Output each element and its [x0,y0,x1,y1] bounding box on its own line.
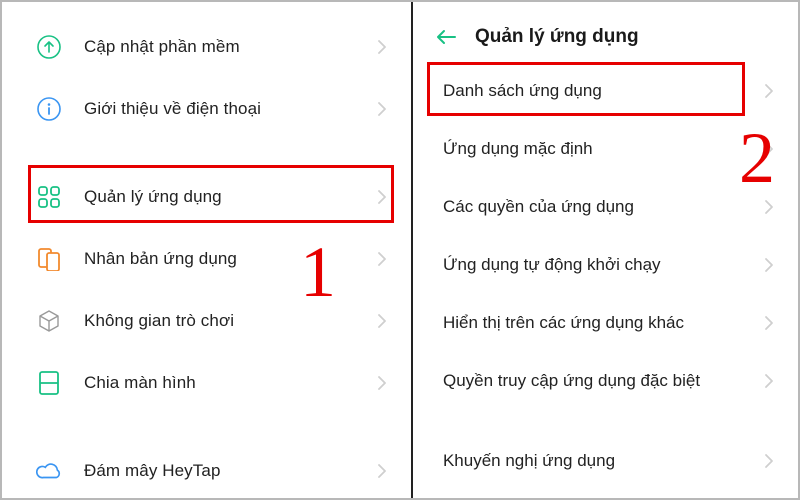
row-app-management[interactable]: Quản lý ứng dụng [2,166,411,228]
info-circle-icon [36,96,62,122]
chevron-right-icon [764,199,774,215]
chevron-right-icon [764,257,774,273]
row-default-apps[interactable]: Ứng dụng mặc định [413,120,798,178]
panel-title: Quản lý ứng dụng [459,26,639,48]
chevron-right-icon [764,315,774,331]
row-app-recommendations[interactable]: Khuyến nghị ứng dụng [413,432,798,490]
row-label: Các quyền của ứng dụng [443,197,764,217]
back-arrow-icon[interactable] [433,24,459,50]
row-label: Giới thiệu về điện thoại [62,99,377,119]
row-label: Danh sách ứng dụng [443,81,764,101]
chevron-right-icon [377,463,387,479]
apps-grid-icon [36,184,62,210]
row-auto-launch[interactable]: Ứng dụng tự động khởi chạy [413,236,798,294]
row-label: Đám mây HeyTap [62,461,377,481]
row-clone-apps[interactable]: Nhân bản ứng dụng [2,228,411,290]
cube-icon [36,308,62,334]
chevron-right-icon [764,453,774,469]
row-label: Quyền truy cập ứng dụng đặc biệt [443,371,764,391]
row-label: Chia màn hình [62,373,377,393]
cloud-icon [36,458,62,484]
row-label: Cập nhật phần mềm [62,37,377,57]
split-screen-icon [36,370,62,396]
upload-circle-icon [36,34,62,60]
panel-header: Quản lý ứng dụng [413,12,798,62]
row-label: Hiển thị trên các ứng dụng khác [443,313,764,333]
row-app-permissions[interactable]: Các quyền của ứng dụng [413,178,798,236]
row-label: Không gian trò chơi [62,311,377,331]
chevron-right-icon [764,141,774,157]
app-management-panel: Quản lý ứng dụng Danh sách ứng dụng Ứng … [413,2,798,498]
row-label: Quản lý ứng dụng [62,187,377,207]
row-software-update[interactable]: Cập nhật phần mềm [2,16,411,78]
row-label: Khuyến nghị ứng dụng [443,451,764,471]
row-label: Ứng dụng mặc định [443,139,764,159]
row-display-over-apps[interactable]: Hiển thị trên các ứng dụng khác [413,294,798,352]
row-app-list[interactable]: Danh sách ứng dụng [413,62,798,120]
row-special-access[interactable]: Quyền truy cập ứng dụng đặc biệt [413,352,798,410]
chevron-right-icon [377,189,387,205]
chevron-right-icon [377,313,387,329]
chevron-right-icon [764,83,774,99]
chevron-right-icon [377,375,387,391]
row-heytap-cloud[interactable]: Đám mây HeyTap [2,440,411,502]
row-label: Ứng dụng tự động khởi chạy [443,255,764,275]
row-game-space[interactable]: Không gian trò chơi [2,290,411,352]
chevron-right-icon [377,251,387,267]
settings-panel-left: Cập nhật phần mềm Giới thiệu về điện tho… [2,2,411,498]
row-label: Nhân bản ứng dụng [62,249,377,269]
clone-apps-icon [36,246,62,272]
chevron-right-icon [377,39,387,55]
chevron-right-icon [764,373,774,389]
row-about-phone[interactable]: Giới thiệu về điện thoại [2,78,411,140]
chevron-right-icon [377,101,387,117]
row-split-screen[interactable]: Chia màn hình [2,352,411,414]
